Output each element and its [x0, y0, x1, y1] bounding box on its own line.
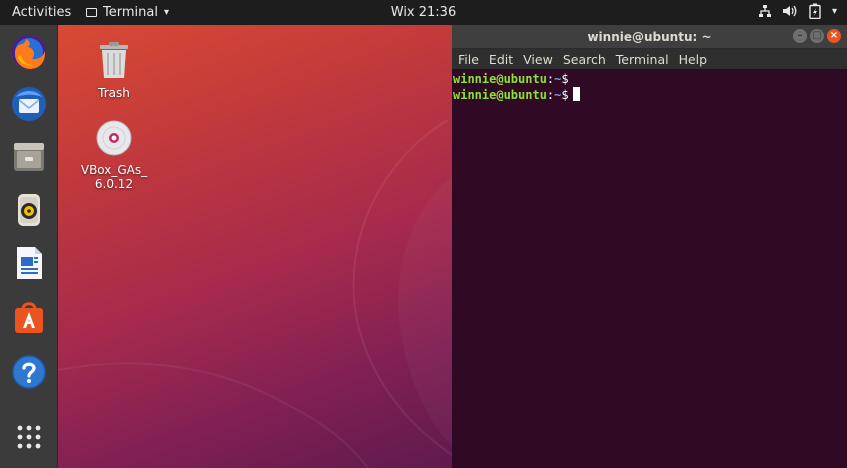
software-center-icon[interactable]	[10, 298, 48, 336]
chevron-down-icon: ▾	[163, 7, 169, 18]
thunderbird-icon[interactable]	[10, 85, 48, 123]
desktop-icon-vbox-gas[interactable]: VBox_GAs_ 6.0.12	[74, 119, 154, 191]
desktop-icon-label: VBox_GAs_ 6.0.12	[80, 163, 148, 191]
menu-search[interactable]: Search	[563, 52, 606, 67]
rhythmbox-icon[interactable]	[10, 191, 48, 229]
window-icon	[86, 8, 97, 17]
libreoffice-writer-icon[interactable]	[10, 244, 48, 282]
menu-file[interactable]: File	[458, 52, 479, 67]
top-bar: Activities Terminal ▾ Wix 21:36 ▾	[0, 0, 847, 25]
network-icon[interactable]	[758, 4, 772, 18]
window-title: winnie@ubuntu: ~	[587, 30, 712, 44]
firefox-icon[interactable]	[10, 33, 48, 71]
prompt-symbol: $	[561, 88, 569, 102]
desktop[interactable]: Trash VBox_GAs_ 6.0.12	[58, 25, 452, 468]
trash-icon	[96, 42, 132, 83]
volume-icon[interactable]	[782, 4, 798, 18]
maximize-button[interactable]: □	[810, 29, 824, 43]
menu-help[interactable]: Help	[679, 52, 708, 67]
menu-edit[interactable]: Edit	[489, 52, 513, 67]
terminal-output[interactable]: winnie@ubuntu:~$ winnie@ubuntu:~$	[452, 69, 847, 106]
close-button[interactable]: ×	[827, 29, 841, 43]
system-tray[interactable]: ▾	[758, 3, 837, 19]
activities-button[interactable]: Activities	[12, 5, 71, 20]
app-menu-label: Terminal	[103, 5, 158, 20]
menu-view[interactable]: View	[523, 52, 553, 67]
app-menu[interactable]: Terminal ▾	[86, 5, 169, 20]
dock	[0, 25, 58, 468]
window-titlebar[interactable]: winnie@ubuntu: ~ – □ ×	[452, 25, 847, 49]
terminal-window[interactable]: winnie@ubuntu: ~ – □ × File Edit View Se…	[452, 25, 847, 468]
prompt-symbol: $	[561, 72, 569, 86]
optical-disc-icon	[95, 120, 133, 160]
terminal-line: winnie@ubuntu:~$	[453, 87, 846, 103]
show-applications-icon[interactable]	[10, 418, 48, 456]
menu-terminal[interactable]: Terminal	[616, 52, 669, 67]
terminal-line: winnie@ubuntu:~$	[453, 72, 569, 86]
terminal-menubar: File Edit View Search Terminal Help	[452, 49, 847, 69]
prompt-user: winnie@ubuntu	[453, 88, 547, 102]
desktop-icon-trash[interactable]: Trash	[74, 40, 154, 100]
text-cursor	[572, 87, 580, 101]
desktop-icon-label: Trash	[98, 86, 130, 100]
files-icon[interactable]	[10, 138, 48, 176]
help-icon[interactable]	[10, 353, 48, 391]
system-menu-arrow-icon[interactable]: ▾	[832, 6, 837, 17]
battery-icon[interactable]	[808, 3, 822, 19]
minimize-button[interactable]: –	[793, 29, 807, 43]
prompt-user: winnie@ubuntu	[453, 72, 547, 86]
clock[interactable]: Wix 21:36	[391, 5, 456, 20]
